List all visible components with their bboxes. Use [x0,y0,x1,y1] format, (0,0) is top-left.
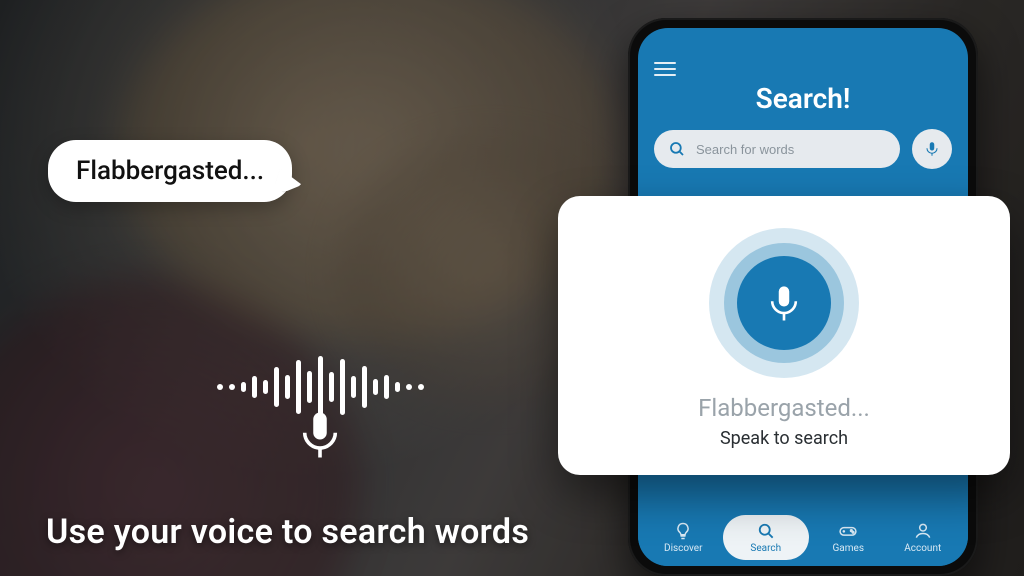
marketing-tagline: Use your voice to search words [46,512,606,552]
voice-hint-text: Speak to search [586,428,982,449]
hamburger-menu-icon[interactable] [654,58,676,80]
search-row [638,115,968,169]
transcribed-text: Flabbergasted... [586,394,982,422]
tab-discover[interactable]: Discover [646,521,721,554]
search-icon [756,521,776,541]
search-icon [668,140,686,158]
promo-stage: Flabbergasted... [0,0,1024,576]
search-input[interactable] [696,142,886,157]
microphone-icon [923,140,941,158]
mic-pulse-rings [709,228,859,378]
voice-search-modal: Flabbergasted... Speak to search [558,196,1010,475]
tab-label: Account [904,543,941,554]
lightbulb-icon [673,521,693,541]
tab-label: Games [833,543,864,554]
microphone-icon [293,408,347,462]
voice-search-button[interactable] [912,129,952,169]
page-title: Search! [638,82,968,115]
status-bar [638,28,968,54]
user-icon [913,521,933,541]
search-input-container[interactable] [654,130,900,168]
tab-account[interactable]: Account [886,521,961,554]
microphone-icon [763,282,805,324]
tab-label: Discover [664,543,703,554]
gamepad-icon [837,521,859,541]
bottom-tab-bar: Discover Search [638,506,968,566]
voice-waveform-graphic [170,352,470,468]
tab-search[interactable]: Search [723,515,810,560]
speech-bubble-text: Flabbergasted... [76,156,264,186]
speech-bubble: Flabbergasted... [48,140,292,202]
tab-games[interactable]: Games [811,521,886,554]
tab-label: Search [750,543,781,554]
mic-listen-button[interactable] [737,256,831,350]
